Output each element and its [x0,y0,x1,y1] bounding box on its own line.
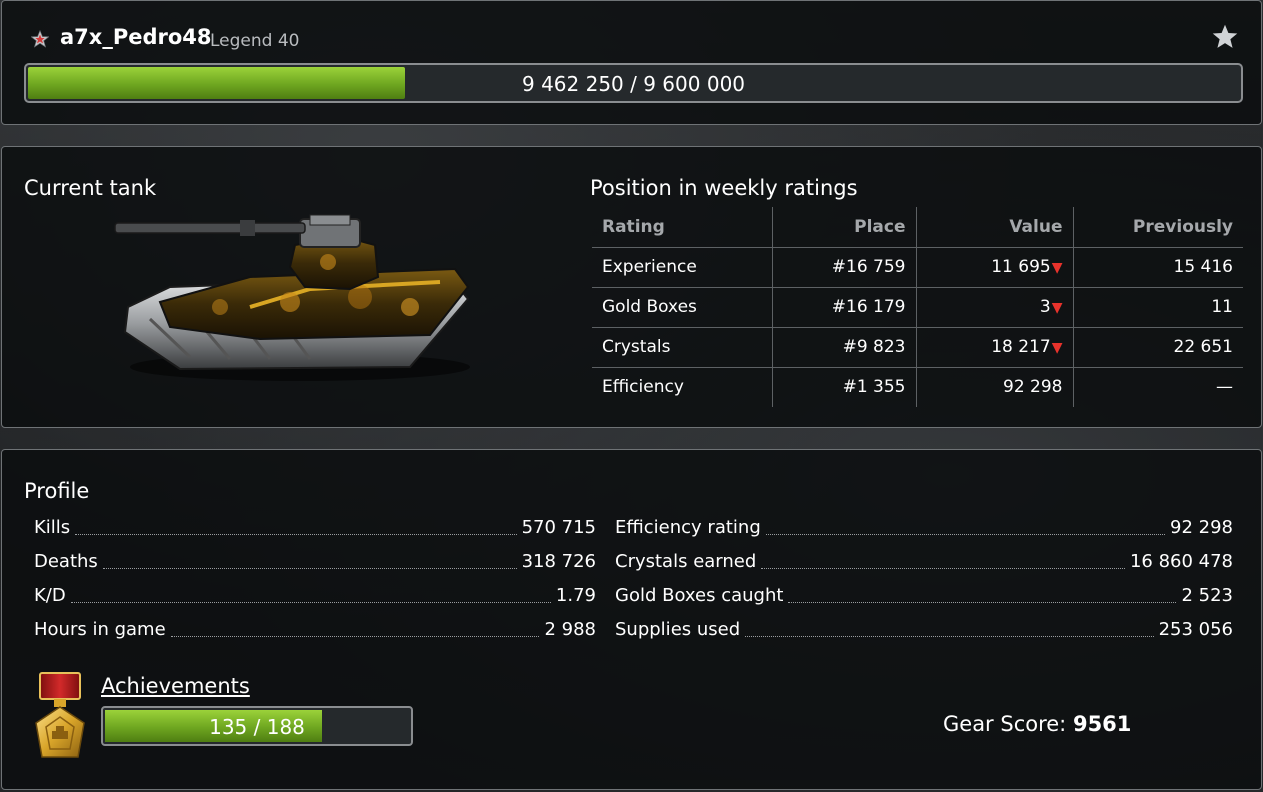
table-row: Experience #16 759 11 695▼ 15 416 [592,247,1243,288]
rating-value: 3 [1039,297,1051,317]
rating-previous: 11 [1073,287,1243,328]
achievements-progress-text: 135 / 188 [209,715,305,739]
stat-label: Efficiency rating [615,517,761,538]
rating-place: #16 179 [772,287,917,328]
rating-value: 11 695 [991,257,1051,277]
gear-score-value: 9561 [1072,712,1132,736]
column-header: Place [772,207,917,248]
stat-supplies-used: Supplies used 253 056 [615,619,1233,643]
rating-value-cell: 18 217▼ [916,327,1074,368]
dot-leader [761,568,1125,569]
trend-down-icon: ▼ [1051,340,1063,356]
table-row: Gold Boxes #16 179 3▼ 11 [592,287,1243,328]
rating-value-cell: 3▼ [916,287,1074,328]
stat-value: 1.79 [555,585,596,606]
experience-progress-bar: 9 462 250 / 9 600 000 [24,63,1243,103]
stat-label: Deaths [34,551,98,572]
rating-name: Gold Boxes [592,287,773,328]
dot-leader [102,568,517,569]
dot-leader [70,602,551,603]
trend-down-icon: ▼ [1051,260,1063,276]
weekly-ratings-table: Rating Place Value Previously Experience… [592,207,1243,407]
rating-place: #1 355 [772,367,917,407]
rating-name: Efficiency [592,367,773,407]
rating-previous: 15 416 [1073,247,1243,288]
rating-previous: — [1216,377,1233,398]
weekly-ratings-title: Position in weekly ratings [590,176,858,200]
rating-name: Experience [592,247,773,288]
rank-icon [31,30,49,48]
rating-value-cell: 92 298 [916,367,1074,407]
profile-title: Profile [24,479,90,503]
column-header: Previously [1073,207,1243,248]
tank-ratings-panel: Current tank Position in weekly ratings … [1,146,1262,428]
stat-label: Hours in game [34,619,166,640]
achievement-medal-icon [35,672,85,758]
favorite-star-icon[interactable] [1211,23,1239,51]
stat-kd: K/D 1.79 [34,585,596,609]
table-row: Efficiency #1 355 92 298 — [592,367,1243,407]
stat-value: 570 715 [521,517,596,538]
current-tank-title: Current tank [24,176,157,200]
table-row: Crystals #9 823 18 217▼ 22 651 [592,327,1243,368]
stat-label: Crystals earned [615,551,757,572]
stat-value: 2 988 [544,619,596,640]
dot-leader [745,636,1154,637]
rating-place: #16 759 [772,247,917,288]
rating-value-cell: 11 695▼ [916,247,1074,288]
rating-place: #9 823 [772,327,917,368]
dot-leader [75,534,517,535]
dot-leader [788,602,1177,603]
experience-progress-text: 9 462 250 / 9 600 000 [521,72,746,96]
stat-label: Kills [34,517,71,538]
stat-value: 92 298 [1170,517,1233,538]
rating-previous: 22 651 [1073,327,1243,368]
stat-deaths: Deaths 318 726 [34,551,596,575]
rating-value: 18 217 [991,337,1051,357]
stat-value: 318 726 [521,551,596,572]
stat-value: 16 860 478 [1129,551,1233,572]
stat-crystals-earned: Crystals earned 16 860 478 [615,551,1233,575]
achievements-progress-bar: 135 / 188 [101,706,413,746]
gear-score-label: Gear Score: [943,712,1067,736]
gear-score: Gear Score: 9561 [943,712,1131,736]
stat-value: 2 523 [1181,585,1233,606]
column-header: Rating [592,207,773,248]
achievements-link[interactable]: Achievements [101,674,250,698]
rating-name: Crystals [592,327,773,368]
stat-gold-boxes-caught: Gold Boxes caught 2 523 [615,585,1233,609]
stat-efficiency-rating: Efficiency rating 92 298 [615,517,1233,541]
dot-leader [170,636,540,637]
dot-leader [765,534,1166,535]
stat-label: Gold Boxes caught [615,585,784,606]
ratings-header-row: Rating Place Value Previously [592,207,1243,248]
stat-hours: Hours in game 2 988 [34,619,596,643]
rating-value: 92 298 [1003,377,1063,398]
column-header: Value [916,207,1074,248]
tank-image [114,214,470,381]
stat-label: Supplies used [615,619,741,640]
profile-header: a7x_Pedro48 Legend 40 9 462 250 / 9 600 … [1,0,1262,125]
stat-value: 253 056 [1158,619,1233,640]
stat-label: K/D [34,585,66,606]
rank-label: Legend 40 [210,31,300,51]
username: a7x_Pedro48 [60,25,212,49]
trend-down-icon: ▼ [1051,300,1063,316]
profile-panel: Profile Kills 570 715 Deaths 318 726 K/D… [1,449,1262,790]
stat-kills: Kills 570 715 [34,517,596,541]
